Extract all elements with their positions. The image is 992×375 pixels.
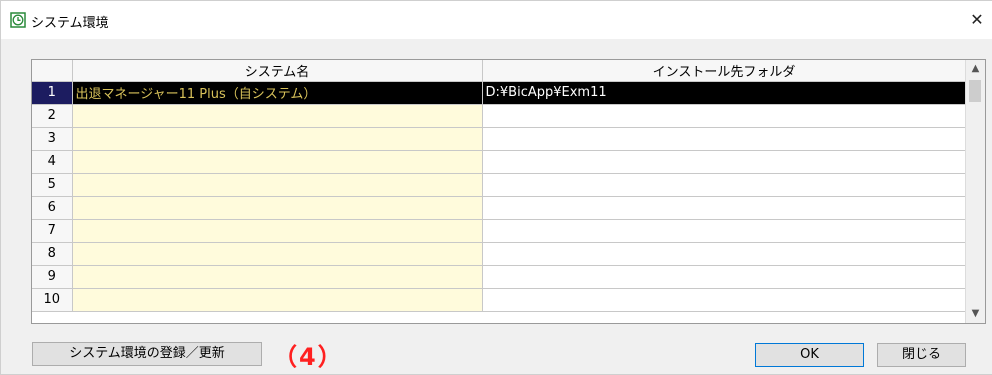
header-row: システム名 インストール先フォルダ [32, 60, 967, 82]
row-number: 3 [32, 127, 73, 151]
row-number: 10 [32, 288, 73, 312]
system-name-cell[interactable] [72, 265, 483, 289]
row-number: 1 [32, 81, 73, 105]
install-folder-cell[interactable] [482, 265, 967, 289]
table-row[interactable]: 6 [32, 196, 967, 220]
table-row[interactable]: 1 出退マネージャー11 Plus（自システム） D:¥BicApp¥Exm11 [32, 81, 967, 105]
clock-icon [10, 12, 26, 28]
system-name-cell[interactable] [72, 288, 483, 312]
scroll-up-icon[interactable]: ▲ [966, 60, 985, 78]
table-row[interactable]: 10 [32, 288, 967, 312]
system-name-cell[interactable] [72, 219, 483, 243]
register-update-button[interactable]: システム環境の登録／更新 [32, 342, 262, 366]
vertical-scrollbar[interactable]: ▲ ▼ [965, 60, 985, 323]
install-folder-cell[interactable] [482, 219, 967, 243]
system-name-cell[interactable] [72, 104, 483, 128]
row-number: 8 [32, 242, 73, 266]
header-install-folder[interactable]: インストール先フォルダ [482, 60, 967, 82]
install-folder-cell[interactable] [482, 104, 967, 128]
table-row[interactable]: 5 [32, 173, 967, 197]
table-row[interactable]: 2 [32, 104, 967, 128]
header-system-name[interactable]: システム名 [72, 60, 483, 82]
table-row[interactable]: 7 [32, 219, 967, 243]
system-table: システム名 インストール先フォルダ 1 出退マネージャー11 Plus（自システム… [32, 60, 967, 312]
table-row[interactable]: 9 [32, 265, 967, 289]
scroll-down-icon[interactable]: ▼ [966, 305, 985, 323]
system-grid[interactable]: システム名 インストール先フォルダ 1 出退マネージャー11 Plus（自システム… [31, 59, 986, 324]
system-name-cell[interactable] [72, 196, 483, 220]
install-folder-cell[interactable] [482, 288, 967, 312]
title-bar: システム環境 ✕ [1, 1, 992, 39]
scroll-thumb[interactable] [969, 80, 981, 102]
install-folder-cell[interactable] [482, 150, 967, 174]
close-button[interactable]: 閉じる [877, 343, 966, 367]
table-row[interactable]: 8 [32, 242, 967, 266]
row-number: 7 [32, 219, 73, 243]
table-row[interactable]: 3 [32, 127, 967, 151]
install-folder-cell[interactable]: D:¥BicApp¥Exm11 [482, 81, 967, 105]
system-name-cell[interactable] [72, 173, 483, 197]
row-number: 6 [32, 196, 73, 220]
install-folder-cell[interactable] [482, 196, 967, 220]
install-folder-cell[interactable] [482, 127, 967, 151]
row-number: 9 [32, 265, 73, 289]
step-annotation: （4） [273, 343, 344, 371]
table-row[interactable]: 4 [32, 150, 967, 174]
row-number: 4 [32, 150, 73, 174]
row-number: 5 [32, 173, 73, 197]
system-name-cell[interactable] [72, 150, 483, 174]
system-name-cell[interactable] [72, 242, 483, 266]
header-corner [32, 60, 73, 82]
row-number: 2 [32, 104, 73, 128]
ok-button[interactable]: OK [755, 343, 864, 367]
install-folder-cell[interactable] [482, 242, 967, 266]
close-icon[interactable]: ✕ [964, 9, 990, 31]
system-name-cell[interactable] [72, 127, 483, 151]
system-name-cell[interactable]: 出退マネージャー11 Plus（自システム） [72, 81, 483, 105]
window-title: システム環境 [31, 16, 109, 31]
install-folder-cell[interactable] [482, 173, 967, 197]
system-environment-dialog: システム環境 ✕ システム名 インストール先フォルダ 1 出退マネージャー11 P… [0, 0, 992, 375]
